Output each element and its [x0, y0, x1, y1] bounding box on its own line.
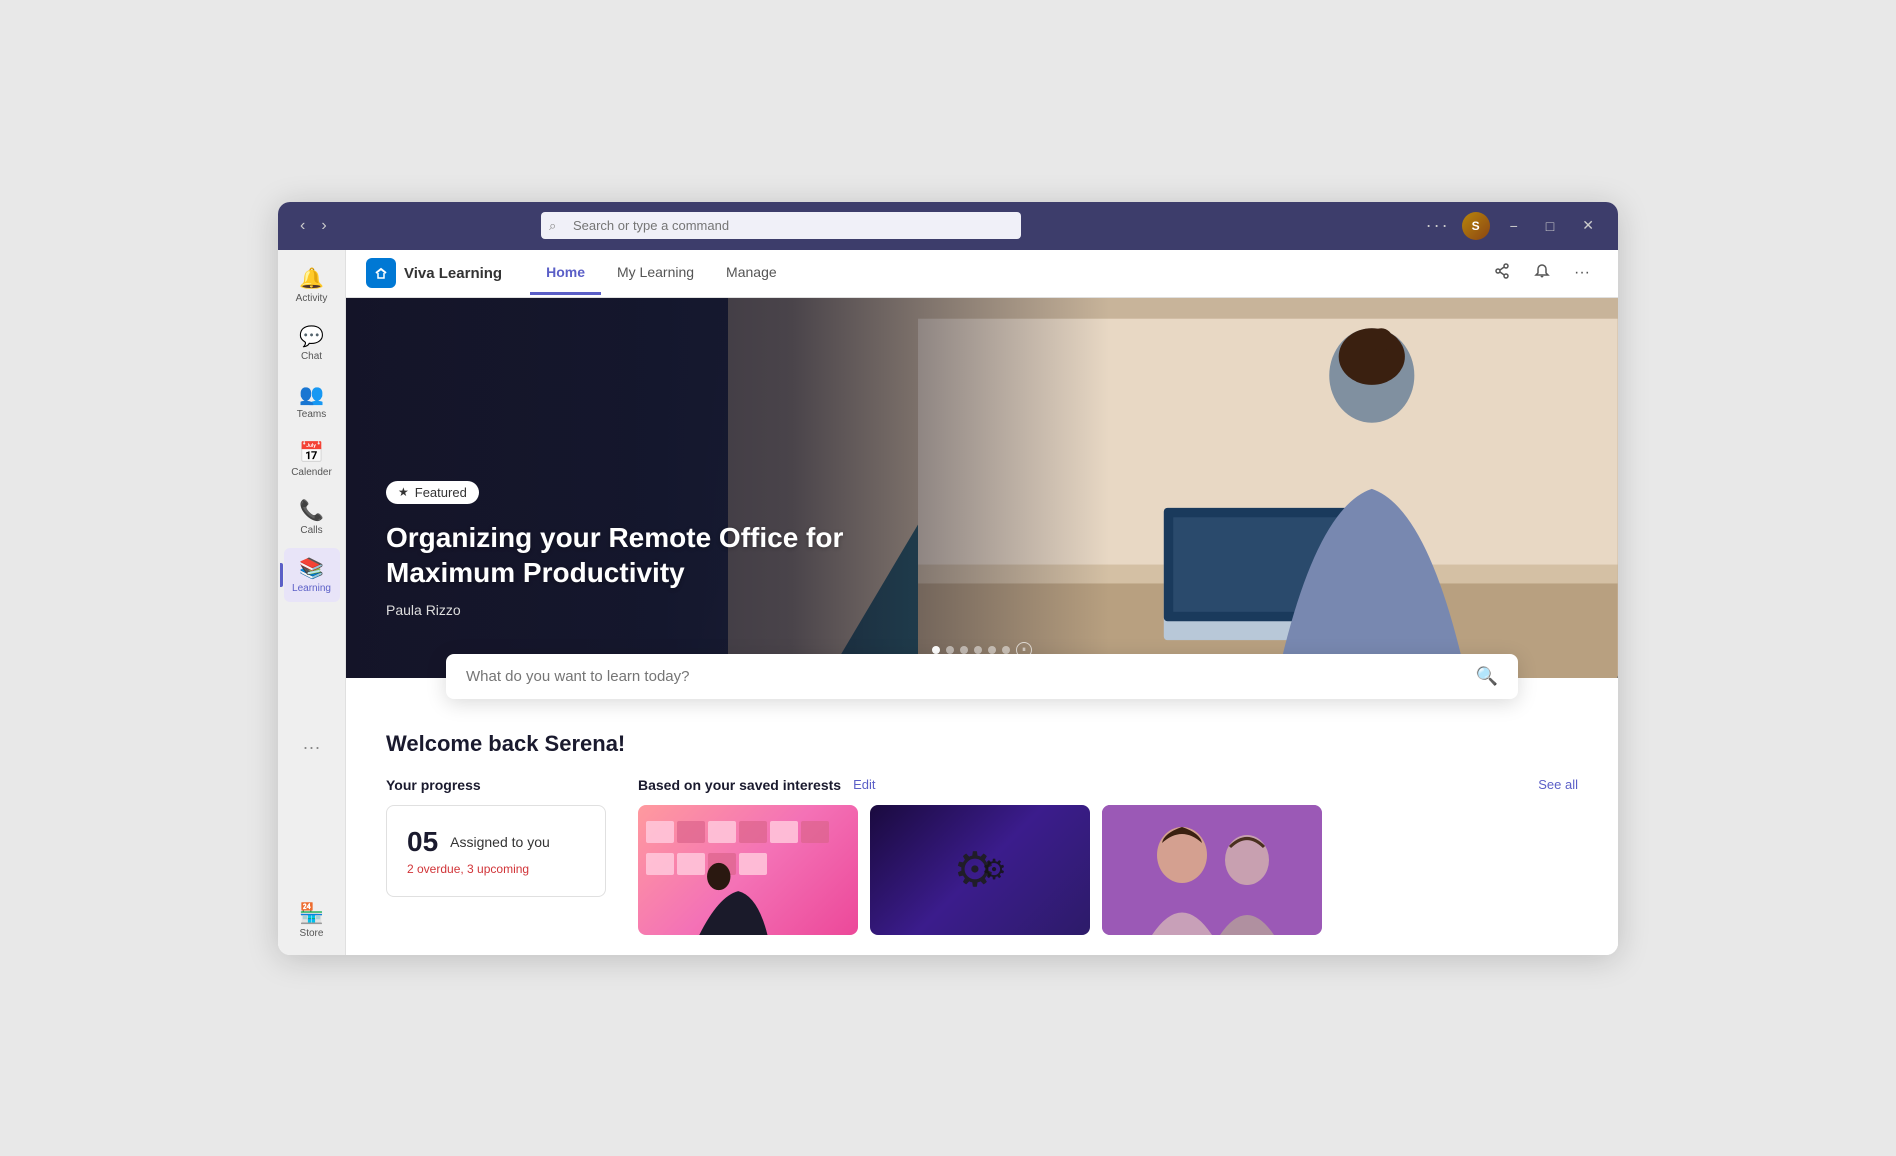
sticky-note [801, 821, 829, 843]
titlebar-nav: ‹ › [294, 215, 333, 237]
gear-icon-2: ⚙ [981, 853, 1006, 886]
course-card-1[interactable] [638, 805, 858, 935]
hero-author: Paula Rizzo [386, 602, 866, 618]
sidebar-item-calls[interactable]: 📞 Calls [284, 490, 340, 544]
app-name: Viva Learning [404, 265, 502, 282]
welcome-section: Welcome back Serena! Your progress 05 As… [346, 699, 1618, 955]
carousel-dot-1[interactable] [932, 646, 940, 654]
sticky-note [708, 821, 736, 843]
bell-icon: 🔔 [299, 266, 324, 291]
interests-section: Based on your saved interests Edit See a… [638, 777, 1578, 935]
user-avatar[interactable]: S [1462, 212, 1490, 240]
sidebar-label-learning: Learning [292, 583, 331, 594]
titlebar-actions: ··· S − □ ✕ [1426, 212, 1602, 240]
see-all-link[interactable]: See all [1538, 777, 1578, 792]
main-content: Viva Learning Home My Learning Manage [346, 250, 1618, 955]
progress-card[interactable]: 05 Assigned to you 2 overdue, 3 upcoming [386, 805, 606, 897]
calls-icon: 📞 [299, 498, 324, 523]
featured-label: Featured [415, 485, 467, 500]
titlebar: ‹ › ⌕ ··· S − □ ✕ [278, 202, 1618, 250]
titlebar-search-container: ⌕ [541, 212, 1021, 239]
sidebar-item-calendar[interactable]: 📅 Calender [284, 432, 340, 486]
featured-badge: ★ Featured [386, 481, 479, 504]
app-body: 🔔 Activity 💬 Chat 👥 Teams 📅 Calender 📞 C… [278, 250, 1618, 955]
welcome-title: Welcome back Serena! [386, 731, 1578, 757]
sidebar-item-store[interactable]: 🏪 Store [284, 893, 340, 947]
sidebar-label-activity: Activity [296, 293, 328, 304]
assigned-label: Assigned to you [450, 834, 550, 850]
sidebar-item-chat[interactable]: 💬 Chat [284, 316, 340, 370]
progress-row: 05 Assigned to you [407, 826, 585, 858]
maximize-button[interactable]: □ [1538, 216, 1562, 236]
sidebar-label-calendar: Calender [291, 467, 332, 478]
notifications-button[interactable] [1526, 259, 1558, 288]
sticky-note [770, 821, 798, 843]
search-bar: 🔍 [446, 654, 1518, 699]
sidebar: 🔔 Activity 💬 Chat 👥 Teams 📅 Calender 📞 C… [278, 250, 346, 955]
carousel-dot-3[interactable] [960, 646, 968, 654]
sidebar-label-store: Store [300, 928, 324, 939]
viva-learning-logo-icon [366, 258, 396, 288]
nav-item-my-learning[interactable]: My Learning [601, 252, 710, 295]
sections-row: Your progress 05 Assigned to you 2 overd… [386, 777, 1578, 935]
app-nav: Home My Learning Manage [530, 252, 793, 295]
forward-button[interactable]: › [315, 215, 332, 237]
nav-item-home[interactable]: Home [530, 252, 601, 295]
app-header-actions: ··· [1486, 259, 1598, 288]
chat-icon: 💬 [299, 324, 324, 349]
sticky-note [677, 821, 705, 843]
app-logo: Viva Learning [366, 258, 502, 288]
carousel-dot-5[interactable] [988, 646, 996, 654]
app-header: Viva Learning Home My Learning Manage [346, 250, 1618, 298]
sticky-note [739, 821, 767, 843]
titlebar-more-button[interactable]: ··· [1426, 215, 1450, 236]
share-button[interactable] [1486, 259, 1518, 288]
search-overlay: 🔍 [446, 654, 1518, 699]
titlebar-search-input[interactable] [541, 212, 1021, 239]
assigned-sub: 2 overdue, 3 upcoming [407, 862, 585, 876]
sidebar-label-calls: Calls [300, 525, 322, 536]
carousel-dot-6[interactable] [1002, 646, 1010, 654]
progress-label: Your progress [386, 777, 606, 793]
nav-item-manage[interactable]: Manage [710, 252, 793, 295]
sticky-note [646, 821, 674, 843]
carousel-dot-4[interactable] [974, 646, 982, 654]
search-icon: 🔍 [1476, 666, 1498, 687]
progress-section: Your progress 05 Assigned to you 2 overd… [386, 777, 606, 897]
sidebar-label-chat: Chat [301, 351, 322, 362]
interests-label: Based on your saved interests [638, 777, 841, 793]
minimize-button[interactable]: − [1502, 216, 1526, 236]
sidebar-item-teams[interactable]: 👥 Teams [284, 374, 340, 428]
assigned-count: 05 [407, 826, 438, 858]
sidebar-label-teams: Teams [297, 409, 326, 420]
course-cards: ⚙ ⚙ [638, 805, 1578, 935]
edit-interests-link[interactable]: Edit [853, 777, 875, 792]
calendar-icon: 📅 [299, 440, 324, 465]
close-button[interactable]: ✕ [1574, 215, 1602, 236]
hero-banner: ★ Featured Organizing your Remote Office… [346, 298, 1618, 678]
course-card-2[interactable]: ⚙ ⚙ [870, 805, 1090, 935]
course-card-3[interactable] [1102, 805, 1322, 935]
sidebar-item-activity[interactable]: 🔔 Activity [284, 258, 340, 312]
star-icon: ★ [398, 485, 409, 499]
sidebar-item-learning[interactable]: 📚 Learning [284, 548, 340, 602]
content-area: ★ Featured Organizing your Remote Office… [346, 298, 1618, 955]
hero-title: Organizing your Remote Office for Maximu… [386, 520, 866, 590]
hero-content: ★ Featured Organizing your Remote Office… [386, 481, 866, 618]
interests-header: Based on your saved interests Edit See a… [638, 777, 1578, 793]
more-button[interactable]: ··· [1566, 260, 1598, 286]
store-icon: 🏪 [299, 901, 324, 926]
back-button[interactable]: ‹ [294, 215, 311, 237]
sidebar-more-button[interactable]: ··· [295, 729, 329, 766]
app-window: ‹ › ⌕ ··· S − □ ✕ 🔔 Activity 💬 Chat [278, 202, 1618, 955]
titlebar-search-icon: ⌕ [549, 218, 556, 234]
carousel-dot-2[interactable] [946, 646, 954, 654]
learning-icon: 📚 [299, 556, 324, 581]
learn-search-input[interactable] [466, 668, 1464, 685]
teams-icon: 👥 [299, 382, 324, 407]
